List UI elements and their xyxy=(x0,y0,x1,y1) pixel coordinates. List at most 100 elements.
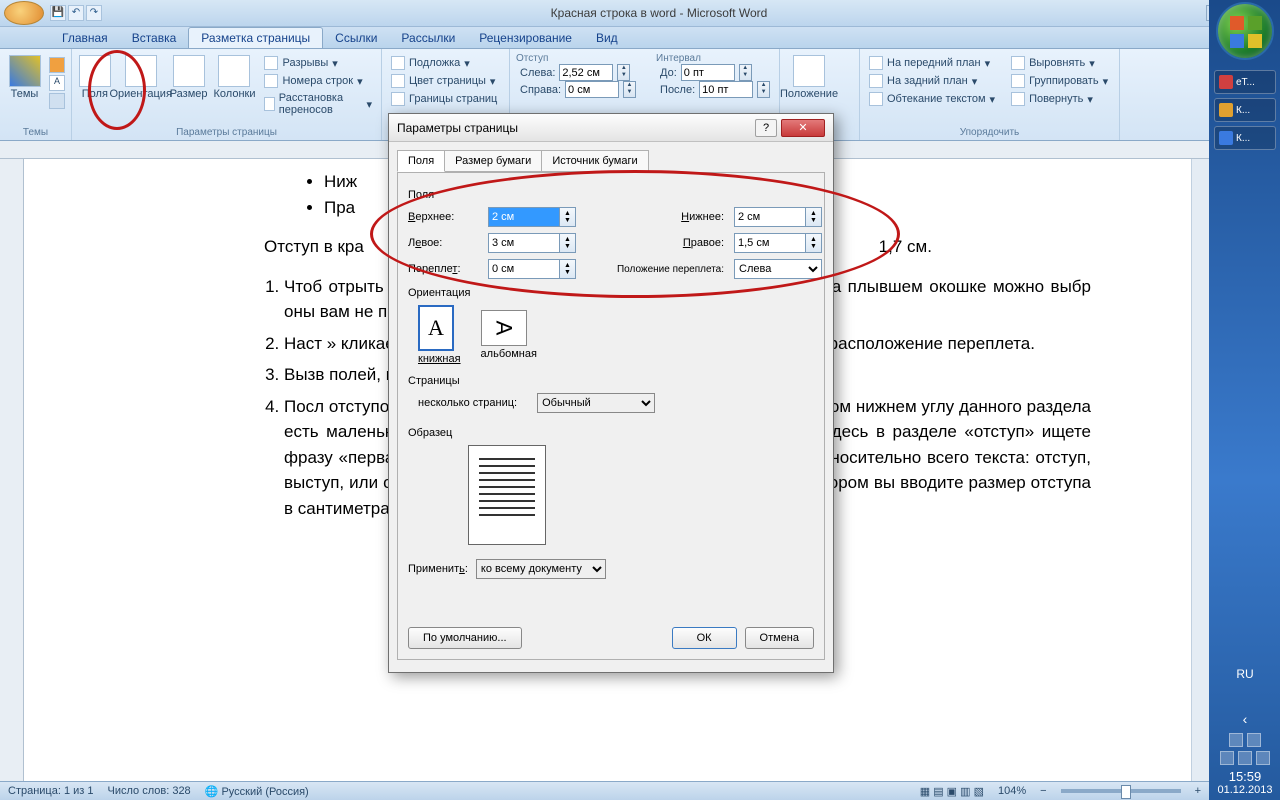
theme-effects-icon[interactable] xyxy=(49,93,65,109)
left-margin-input[interactable] xyxy=(488,233,560,253)
taskbar-app[interactable]: К... xyxy=(1214,126,1276,150)
zoom-level[interactable]: 104% xyxy=(998,785,1026,797)
vertical-scrollbar[interactable] xyxy=(1191,159,1209,781)
align-button[interactable]: Выровнять ▾ xyxy=(1008,55,1111,71)
size-button[interactable]: Размер xyxy=(170,51,208,100)
group-themes-label: Темы xyxy=(0,127,71,138)
columns-button[interactable]: Колонки xyxy=(214,51,256,100)
gutter-input[interactable] xyxy=(488,259,560,279)
start-button[interactable] xyxy=(1216,2,1274,60)
bottom-margin-label: Нижнее: xyxy=(594,211,724,223)
tray-icon[interactable] xyxy=(1256,751,1270,765)
title-bar: 💾 ↶ ↷ Красная строка в word - Microsoft … xyxy=(0,0,1280,27)
left-margin-label: Левое: xyxy=(408,237,478,249)
indent-title: Отступ xyxy=(516,53,636,64)
show-hidden-icon[interactable]: ‹ xyxy=(1216,711,1274,727)
section-margins-label: Поля xyxy=(408,189,814,201)
spacing-after-input[interactable] xyxy=(699,81,753,98)
quick-access-toolbar: 💾 ↶ ↷ xyxy=(50,5,102,21)
watermark-button[interactable]: Подложка ▾ xyxy=(388,55,503,71)
multi-pages-select[interactable]: Обычный xyxy=(537,393,655,413)
position-button[interactable]: Положение xyxy=(786,51,832,100)
taskbar-app[interactable]: еТ... xyxy=(1214,70,1276,94)
status-bar: Страница: 1 из 1 Число слов: 328 🌐 Русск… xyxy=(0,781,1209,800)
spinner-icon[interactable]: ▲▼ xyxy=(560,259,576,279)
spinner-icon[interactable]: ▲▼ xyxy=(560,233,576,253)
spinner-icon[interactable]: ▲▼ xyxy=(806,233,822,253)
taskbar-app[interactable]: К... xyxy=(1214,98,1276,122)
gutter-pos-select[interactable]: Слева xyxy=(734,259,822,279)
rotate-button[interactable]: Повернуть ▾ xyxy=(1008,91,1111,107)
tab-view[interactable]: Вид xyxy=(584,28,630,48)
dialog-help-button[interactable]: ? xyxy=(755,119,777,137)
default-button[interactable]: По умолчанию... xyxy=(408,627,522,649)
status-words[interactable]: Число слов: 328 xyxy=(108,785,191,797)
send-back-button[interactable]: На задний план ▾ xyxy=(866,73,998,89)
tab-mailings[interactable]: Рассылки xyxy=(389,28,467,48)
bring-front-button[interactable]: На передний план ▾ xyxy=(866,55,998,71)
hyphenation-button[interactable]: Расстановка переносов ▾ xyxy=(261,91,375,117)
tab-review[interactable]: Рецензирование xyxy=(467,28,584,48)
section-preview-label: Образец xyxy=(408,427,814,439)
spinner-icon[interactable]: ▲▼ xyxy=(806,207,822,227)
dialog-tab-paper[interactable]: Размер бумаги xyxy=(444,150,542,172)
zoom-in-button[interactable]: + xyxy=(1195,785,1201,797)
status-page[interactable]: Страница: 1 из 1 xyxy=(8,785,94,797)
group-arrange-label: Упорядочить xyxy=(860,127,1119,138)
right-margin-input[interactable] xyxy=(734,233,806,253)
line-numbers-button[interactable]: Номера строк ▾ xyxy=(261,73,375,89)
zoom-slider[interactable] xyxy=(1061,789,1181,793)
portrait-option[interactable]: A книжная xyxy=(418,305,461,365)
text-wrap-button[interactable]: Обтекание текстом ▾ xyxy=(866,91,998,107)
redo-icon[interactable]: ↷ xyxy=(86,5,102,21)
tray-icon[interactable] xyxy=(1238,751,1252,765)
window-title: Красная строка в word - Microsoft Word xyxy=(112,6,1206,20)
undo-icon[interactable]: ↶ xyxy=(68,5,84,21)
apply-to-select[interactable]: ко всему документу xyxy=(476,559,606,579)
zoom-out-button[interactable]: − xyxy=(1040,785,1046,797)
margins-button[interactable]: Поля xyxy=(78,51,112,100)
page-color-button[interactable]: Цвет страницы ▾ xyxy=(388,73,503,89)
themes-button[interactable]: Темы xyxy=(6,51,43,100)
view-buttons[interactable]: ▦ ▤ ▣ ▥ ▧ xyxy=(920,785,984,798)
system-tray[interactable]: RU ‹ 15:59 01.12.2013 xyxy=(1216,667,1274,796)
tray-icon[interactable] xyxy=(1229,733,1243,747)
tray-icon[interactable] xyxy=(1247,733,1261,747)
theme-colors-icon[interactable] xyxy=(49,57,65,73)
lang-indicator[interactable]: RU xyxy=(1216,667,1274,681)
page-borders-button[interactable]: Границы страниц xyxy=(388,91,503,107)
dialog-title: Параметры страницы xyxy=(397,121,518,135)
spinner-icon[interactable]: ▲▼ xyxy=(560,207,576,227)
dialog-tab-margins[interactable]: Поля xyxy=(397,150,445,172)
indent-right-input[interactable] xyxy=(565,81,619,98)
tab-insert[interactable]: Вставка xyxy=(120,28,189,48)
orientation-button[interactable]: Ориентация xyxy=(118,51,164,100)
tab-references[interactable]: Ссылки xyxy=(323,28,389,48)
clock[interactable]: 15:59 xyxy=(1216,769,1274,784)
tab-page-layout[interactable]: Разметка страницы xyxy=(188,27,323,48)
dialog-tab-source[interactable]: Источник бумаги xyxy=(541,150,648,172)
cancel-button[interactable]: Отмена xyxy=(745,627,814,649)
save-icon[interactable]: 💾 xyxy=(50,5,66,21)
dialog-close-button[interactable]: ✕ xyxy=(781,119,825,137)
tray-icon[interactable] xyxy=(1220,751,1234,765)
ribbon-tabs: Главная Вставка Разметка страницы Ссылки… xyxy=(0,27,1280,49)
spacing-before-input[interactable] xyxy=(681,64,735,81)
bottom-margin-input[interactable] xyxy=(734,207,806,227)
group-page-setup-label: Параметры страницы xyxy=(72,127,381,138)
doc-text: 1,7 см. xyxy=(879,237,932,256)
status-lang[interactable]: 🌐 Русский (Россия) xyxy=(205,785,309,798)
breaks-button[interactable]: Разрывы ▾ xyxy=(261,55,375,71)
office-button[interactable] xyxy=(4,1,44,25)
group-button[interactable]: Группировать ▾ xyxy=(1008,73,1111,89)
landscape-option[interactable]: A альбомная xyxy=(481,305,537,365)
tab-home[interactable]: Главная xyxy=(50,28,120,48)
top-margin-input[interactable] xyxy=(488,207,560,227)
vertical-ruler[interactable] xyxy=(0,159,24,781)
doc-text: Отступ в кра xyxy=(264,237,364,256)
preview-box xyxy=(468,445,546,545)
theme-fonts-icon[interactable]: A xyxy=(49,75,65,91)
date[interactable]: 01.12.2013 xyxy=(1216,784,1274,796)
ok-button[interactable]: ОК xyxy=(672,627,737,649)
indent-left-input[interactable] xyxy=(559,64,613,81)
